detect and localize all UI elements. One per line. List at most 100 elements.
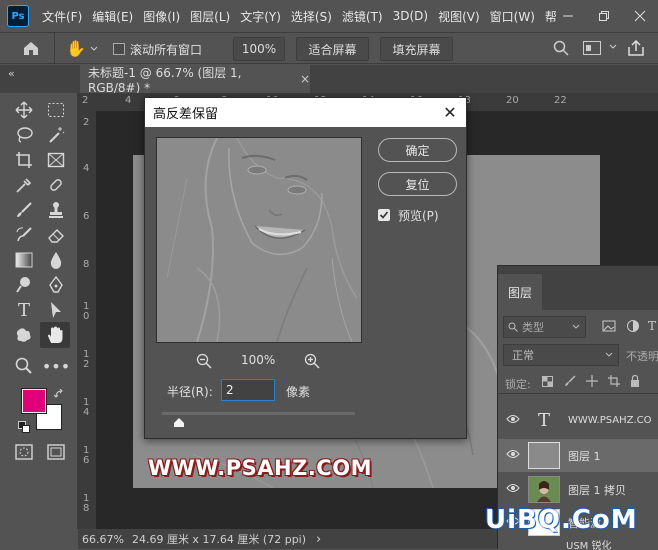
workspace-icon[interactable] [583, 41, 601, 55]
fit-screen-button[interactable]: 适合屏幕 [296, 37, 369, 61]
restore-icon[interactable] [586, 0, 622, 32]
dodge-tool-icon[interactable] [12, 274, 36, 296]
divider [498, 393, 658, 394]
minimize-icon[interactable] [550, 0, 586, 32]
ruler-tick: 4 [125, 95, 132, 106]
chevron-down-icon[interactable] [89, 43, 99, 53]
zoom-out-icon[interactable] [196, 353, 212, 369]
layer-row[interactable]: 图层 1 拷贝 [498, 473, 658, 506]
filter-type-icon[interactable]: T [648, 319, 658, 333]
status-zoom[interactable]: 66.67% [82, 533, 124, 546]
more-tools-icon[interactable]: ••• [42, 355, 70, 377]
visibility-eye-icon[interactable] [498, 449, 528, 462]
status-doc-info: 24.69 厘米 x 17.64 厘米 (72 ppi) [131, 533, 307, 546]
photoshop-logo-icon[interactable]: Ps [7, 5, 29, 27]
swap-arrow-icon[interactable] [53, 388, 64, 398]
magic-wand-tool-icon[interactable] [44, 124, 68, 146]
menu-window[interactable]: 窗口(W) [485, 8, 540, 25]
visibility-eye-icon[interactable] [498, 483, 528, 496]
shape-tool-icon[interactable] [12, 324, 36, 346]
layers-tab[interactable]: 图层 [498, 274, 542, 310]
layer-kind-filter[interactable]: 类型 [503, 316, 586, 338]
menu-image[interactable]: 图像(I) [138, 8, 185, 25]
zoom-tool-icon[interactable] [12, 355, 36, 377]
fill-screen-button[interactable]: 填充屏幕 [380, 37, 453, 61]
filter-preview-image[interactable] [156, 137, 362, 343]
layer-row[interactable]: T WWW.PSAHZ.CO [498, 404, 658, 437]
radius-slider-track[interactable] [162, 412, 355, 415]
lasso-tool-icon[interactable] [12, 124, 36, 146]
crop-tool-icon[interactable] [12, 149, 36, 171]
watermark-text: WWW.PSAHZ.COM [148, 456, 372, 480]
quick-mask-icon[interactable] [12, 441, 36, 463]
chevron-down-icon[interactable] [608, 41, 618, 51]
menu-layer[interactable]: 图层(L) [185, 8, 235, 25]
close-tab-icon[interactable]: × [300, 72, 310, 86]
radius-unit: 像素 [286, 385, 311, 399]
marquee-tool-icon[interactable] [44, 99, 68, 121]
lock-artboard-icon[interactable] [608, 375, 620, 387]
menu-edit[interactable]: 编辑(E) [87, 8, 138, 25]
visibility-eye-icon[interactable] [498, 414, 528, 427]
layer-row-selected[interactable]: 图层 1 [498, 439, 658, 472]
type-tool-icon[interactable]: T [12, 299, 36, 321]
high-pass-dialog: 高反差保留 ✕ 确定 复位 预览(P) 100% 半径(R): 2 像素 [144, 97, 467, 439]
menu-file[interactable]: 文件(F) [37, 8, 87, 25]
menu-3d[interactable]: 3D(D) [388, 9, 433, 23]
default-colors-icon[interactable] [18, 421, 30, 433]
clone-stamp-tool-icon[interactable] [44, 199, 68, 221]
close-window-icon[interactable] [622, 0, 658, 32]
ruler-tick: 2 [83, 359, 90, 370]
screen-mode-icon[interactable] [44, 441, 68, 463]
status-arrow-icon[interactable]: › [316, 532, 321, 547]
close-icon[interactable]: ✕ [440, 102, 460, 122]
dialog-titlebar[interactable]: 高反差保留 [145, 98, 466, 127]
zoom-100-button[interactable]: 100% [233, 37, 285, 61]
scroll-all-windows-label: 滚动所有窗口 [130, 43, 203, 57]
menu-select[interactable]: 选择(S) [286, 8, 337, 25]
menu-type[interactable]: 文字(Y) [235, 8, 286, 25]
preview-checkbox[interactable] [378, 209, 390, 221]
document-tab-title: 未标题-1 @ 66.7% (图层 1, RGB/8#) * [88, 65, 242, 95]
filter-row[interactable]: USM 锐化 [566, 537, 658, 550]
blur-tool-icon[interactable] [44, 249, 68, 271]
search-icon[interactable] [553, 40, 569, 56]
pen-tool-icon[interactable] [44, 274, 68, 296]
search-icon [508, 322, 518, 332]
scroll-all-windows-checkbox[interactable] [113, 43, 125, 55]
menu-view[interactable]: 视图(V) [433, 8, 485, 25]
document-tab[interactable]: 未标题-1 @ 66.7% (图层 1, RGB/8#) * × [80, 65, 310, 95]
eyedropper-tool-icon[interactable] [12, 174, 36, 196]
ruler-tick: 4 [83, 163, 90, 174]
filter-pixel-icon[interactable] [602, 319, 616, 333]
radius-slider-handle[interactable] [173, 417, 185, 427]
eraser-tool-icon[interactable] [44, 224, 68, 246]
radius-input[interactable] [221, 379, 275, 401]
blend-mode-select[interactable]: 正常 [503, 344, 619, 366]
collapse-panel-icon[interactable]: « [8, 67, 15, 80]
foreground-color-swatch[interactable] [21, 388, 47, 414]
brush-tool-icon[interactable] [12, 199, 36, 221]
gradient-tool-icon[interactable] [12, 249, 36, 271]
menu-filter[interactable]: 滤镜(T) [337, 8, 388, 25]
lock-pixels-icon[interactable] [564, 375, 576, 387]
share-icon[interactable] [627, 39, 645, 57]
healing-brush-tool-icon[interactable] [44, 174, 68, 196]
reset-button[interactable]: 复位 [378, 172, 457, 196]
lock-position-icon[interactable] [586, 375, 598, 387]
move-tool-icon[interactable] [12, 99, 36, 121]
frame-tool-icon[interactable] [44, 149, 68, 171]
home-icon[interactable] [22, 40, 40, 56]
ruler-tick: 4 [83, 407, 90, 418]
hand-tool-icon[interactable]: ✋ [66, 39, 86, 58]
preview-label: 预览(P) [398, 209, 439, 223]
zoom-in-icon[interactable] [304, 353, 320, 369]
hand-tool-active-icon[interactable] [40, 322, 70, 348]
filter-adjustment-icon[interactable] [626, 319, 640, 333]
history-brush-tool-icon[interactable] [12, 224, 36, 246]
menu-bar: Ps 文件(F) 编辑(E) 图像(I) 图层(L) 文字(Y) 选择(S) 滤… [0, 0, 658, 32]
lock-transparent-icon[interactable] [542, 376, 553, 387]
lock-all-icon[interactable] [630, 374, 640, 387]
ok-button[interactable]: 确定 [378, 138, 457, 162]
path-selection-tool-icon[interactable] [44, 299, 68, 321]
